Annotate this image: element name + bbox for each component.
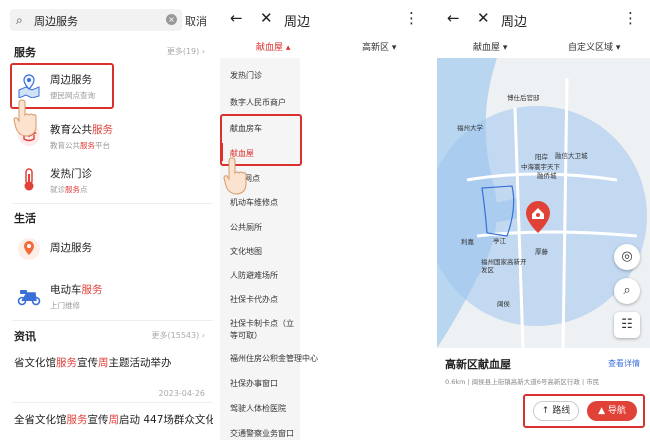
map-search-icon[interactable]: ⌕ [614, 278, 640, 304]
category-item[interactable]: 数字人民币商户 [230, 97, 286, 108]
view-detail-link[interactable]: 查看详情 [608, 358, 640, 369]
service-title: 周边服务 [50, 242, 92, 254]
map-label: 中海寰宇天下 [521, 163, 560, 171]
more-menu-icon[interactable]: ⋮ [623, 9, 638, 27]
category-item[interactable]: 社保卡制卡点（立等可取） [230, 318, 298, 342]
highlight-box [523, 394, 645, 428]
search-bar[interactable]: ⌕ 周边服务 × [10, 9, 182, 31]
news-headline[interactable]: 全省文化馆服务宣传周启动 447场群众文化 [14, 412, 213, 427]
category-item[interactable]: 机动车维修点 [230, 197, 278, 208]
category-item[interactable]: 交通警察业务窗口 [230, 428, 294, 439]
tap-hand-icon [13, 99, 37, 137]
list-item-education-service[interactable]: 教育公共服务 教育公共服务平台 [14, 114, 204, 160]
map-panel: ← ✕ 周边 ⋮ 献血屋 ▾ 自定义区域 ▾ 博仕后官邸 福州大学 融信大卫城 … [437, 0, 650, 440]
service-subtitle: 教育公共服务平台 [50, 141, 110, 150]
cancel-button[interactable]: 取消 [185, 13, 207, 29]
map-label: 福州国家高新开发区 [481, 258, 527, 274]
back-arrow-icon[interactable]: ← [447, 9, 460, 27]
category-item[interactable]: 文化地图 [230, 246, 262, 257]
list-item-nearby-service-life[interactable]: 周边服务 [14, 228, 204, 274]
service-subtitle: 上门维修 [50, 301, 80, 310]
map-label: 阳岸 [535, 153, 548, 161]
filter-category-dropdown[interactable]: 献血屋 ▴ [256, 40, 290, 53]
category-item[interactable]: 公共厕所 [230, 222, 262, 233]
search-icon: ⌕ [16, 13, 23, 27]
section-title-news: 资讯 [14, 330, 36, 343]
category-item[interactable]: 社保卡代办点 [230, 294, 278, 305]
search-results-panel: ⌕ 周边服务 × 取消 服务 更多(19) › 周边服务 便民网点查询 教育公共… [0, 0, 213, 440]
category-item[interactable]: 福州住房公积金管理中心 [230, 353, 318, 364]
close-icon[interactable]: ✕ [260, 9, 273, 27]
divider [12, 320, 213, 321]
back-arrow-icon[interactable]: ← [230, 9, 243, 27]
list-item-fever-clinic[interactable]: 发热门诊 就诊服务点 [14, 158, 204, 204]
category-item[interactable]: 驾驶人体检医院 [230, 403, 286, 414]
map-label: 融信大卫城 [555, 152, 588, 160]
header: ← ✕ 周边 ⋮ [220, 0, 431, 38]
more-services-link[interactable]: 更多(19) › [167, 46, 205, 57]
place-name: 高新区献血屋 [445, 358, 511, 371]
locate-me-icon[interactable]: ◎ [614, 244, 640, 270]
map-label: 博仕后官邸 [507, 94, 540, 102]
section-title-services: 服务 [14, 46, 36, 59]
more-menu-icon[interactable]: ⋮ [404, 9, 419, 27]
news-headline[interactable]: 省文化馆服务宣传周主题活动举办 [14, 355, 172, 370]
list-item-ebike-service[interactable]: 电动车服务 上门维修 [14, 274, 204, 320]
close-icon[interactable]: ✕ [477, 9, 490, 27]
map-label: 福州大学 [457, 124, 483, 132]
map-label: 融侨城 [537, 172, 557, 180]
filter-area-dropdown[interactable]: 高新区 ▾ [362, 40, 396, 53]
divider [12, 402, 213, 403]
scooter-icon [17, 290, 41, 306]
tap-hand-icon [223, 157, 247, 195]
filter-category-dropdown[interactable]: 献血屋 ▾ [473, 40, 507, 53]
map-label: 亭江 [493, 237, 506, 245]
news-date: 2023-04-26 [158, 389, 206, 398]
place-detail-sheet: 高新区献血屋 查看详情 0.6km | 闽侯县上街镇高新大道6号高新区行政 | … [437, 348, 650, 440]
header: ← ✕ 周边 ⋮ [437, 0, 650, 38]
search-input[interactable]: 周边服务 [34, 13, 78, 29]
more-news-link[interactable]: 更多(15543) › [152, 330, 205, 341]
service-title: 发热门诊 [50, 168, 92, 180]
category-item[interactable]: 社保办事窗口 [230, 378, 278, 389]
place-address: 0.6km | 闽侯县上街镇高新大道6号高新区行政 | 市民 [445, 378, 600, 386]
location-marker-icon[interactable] [525, 200, 551, 234]
service-title: 教育公共服务 [50, 124, 113, 136]
map-label: 闽侯 [497, 300, 510, 308]
map-label: 厚藤 [535, 248, 548, 256]
clear-icon[interactable]: × [166, 14, 177, 25]
category-item[interactable]: 人防避难场所 [230, 270, 278, 281]
section-title-life: 生活 [14, 212, 36, 225]
filter-area-dropdown[interactable]: 自定义区域 ▾ [568, 40, 620, 53]
map-view[interactable]: 博仕后官邸 福州大学 融信大卫城 阳岸 融侨城 中海寰宇天下 亭江 利嘉 厚藤 … [437, 58, 650, 348]
service-title: 电动车服务 [50, 284, 103, 296]
divider [12, 203, 213, 204]
thermometer-icon [24, 168, 34, 191]
category-menu-panel: ← ✕ 周边 ⋮ 献血屋 ▴ 高新区 ▾ 发热门诊 数字人民币商户 献血房车 献… [220, 0, 431, 440]
map-label: 利嘉 [461, 238, 474, 246]
map-pin-icon [18, 238, 40, 260]
service-subtitle: 就诊服务点 [50, 185, 88, 194]
page-title: 周边 [501, 15, 528, 30]
page-title: 周边 [284, 15, 311, 30]
list-view-icon[interactable]: ☷ [614, 312, 640, 338]
category-item[interactable]: 发热门诊 [230, 70, 262, 81]
